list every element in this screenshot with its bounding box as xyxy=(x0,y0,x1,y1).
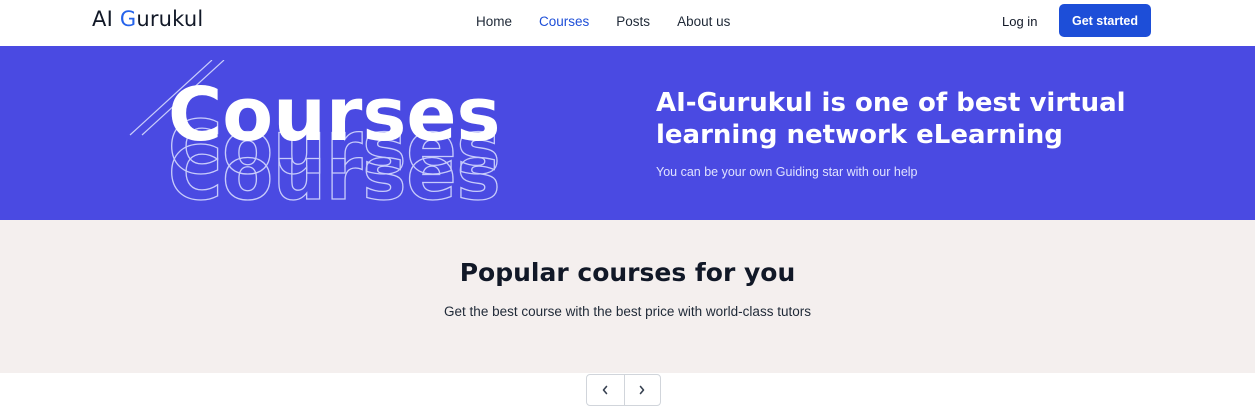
nav-link-home[interactable]: Home xyxy=(476,14,512,29)
chevron-right-icon xyxy=(639,385,645,395)
navbar: AI Gurukul Home Courses Posts About us L… xyxy=(0,0,1255,46)
main-nav: Home Courses Posts About us xyxy=(476,14,757,29)
previous-button[interactable] xyxy=(587,375,624,405)
chevron-left-icon xyxy=(602,385,608,395)
hero-banner: Courses Courses Courses AI-Gurukul is on… xyxy=(0,46,1255,220)
section-title: Popular courses for you xyxy=(459,258,796,287)
section-subtitle: Get the best course with the best price … xyxy=(444,304,811,319)
hero-subtitle: You can be your own Guiding star with ou… xyxy=(656,165,918,179)
brand-prefix: AI xyxy=(92,7,120,31)
courses-hero-graphic: Courses Courses Courses xyxy=(129,60,501,210)
brand-logo[interactable]: AI Gurukul xyxy=(92,7,203,31)
nav-link-courses[interactable]: Courses xyxy=(539,14,589,29)
nav-link-posts[interactable]: Posts xyxy=(616,14,650,29)
nav-link-about-us[interactable]: About us xyxy=(677,14,730,29)
brand-accent-letter: G xyxy=(119,7,137,31)
courses-title-word: Courses xyxy=(168,72,501,158)
login-link[interactable]: Log in xyxy=(1002,14,1037,29)
get-started-button[interactable]: Get started xyxy=(1059,4,1151,37)
hero-heading: AI-Gurukul is one of best virtual learni… xyxy=(656,88,1126,150)
carousel-pagination xyxy=(586,374,661,406)
next-button[interactable] xyxy=(623,375,661,405)
popular-courses-section: Popular courses for you Get the best cou… xyxy=(0,220,1255,373)
brand-suffix: urukul xyxy=(136,7,204,31)
